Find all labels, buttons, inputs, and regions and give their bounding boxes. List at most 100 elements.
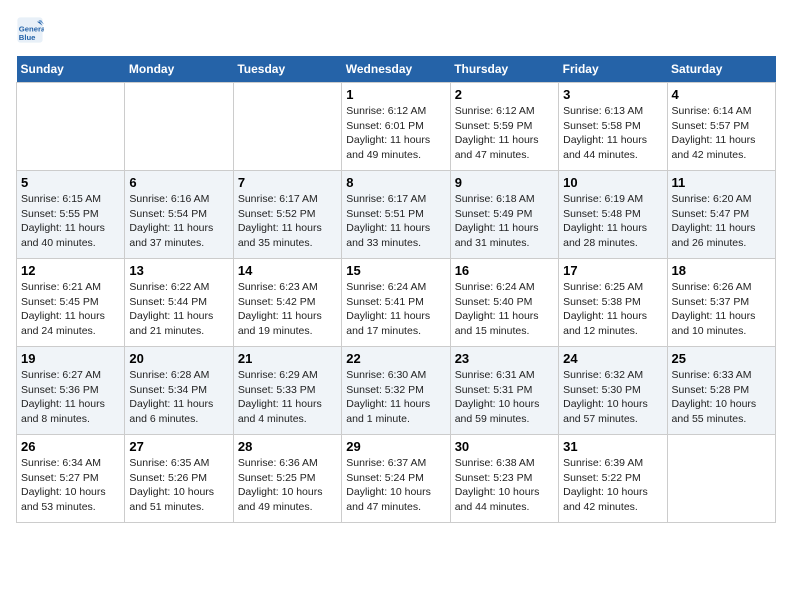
day-info: Sunrise: 6:34 AM Sunset: 5:27 PM Dayligh… bbox=[21, 456, 120, 515]
day-info: Sunrise: 6:16 AM Sunset: 5:54 PM Dayligh… bbox=[129, 192, 228, 251]
day-info: Sunrise: 6:12 AM Sunset: 5:59 PM Dayligh… bbox=[455, 104, 554, 163]
day-number: 16 bbox=[455, 263, 554, 278]
day-number: 12 bbox=[21, 263, 120, 278]
day-number: 3 bbox=[563, 87, 662, 102]
calendar-cell: 11Sunrise: 6:20 AM Sunset: 5:47 PM Dayli… bbox=[667, 171, 775, 259]
day-number: 27 bbox=[129, 439, 228, 454]
calendar-cell: 29 Sunrise: 6:37 AM Sunset: 5:24 PM Dayli… bbox=[342, 435, 450, 523]
calendar-week-row: 19 Sunrise: 6:27 AM Sunset: 5:36 PM Dayli… bbox=[17, 347, 776, 435]
day-info: Sunrise: 6:18 AM Sunset: 5:49 PM Dayligh… bbox=[455, 192, 554, 251]
calendar-cell: 1 Sunrise: 6:12 AM Sunset: 6:01 PM Daylig… bbox=[342, 83, 450, 171]
day-number: 19 bbox=[21, 351, 120, 366]
day-number: 30 bbox=[455, 439, 554, 454]
calendar-cell: 27 Sunrise: 6:35 AM Sunset: 5:26 PM Dayli… bbox=[125, 435, 233, 523]
calendar-cell: 19 Sunrise: 6:27 AM Sunset: 5:36 PM Dayli… bbox=[17, 347, 125, 435]
calendar-cell: 16Sunrise: 6:24 AM Sunset: 5:40 PM Dayli… bbox=[450, 259, 558, 347]
day-number: 28 bbox=[238, 439, 337, 454]
calendar-cell: 25 Sunrise: 6:33 AM Sunset: 5:28 PM Dayli… bbox=[667, 347, 775, 435]
calendar-cell: 8 Sunrise: 6:17 AM Sunset: 5:51 PM Daylig… bbox=[342, 171, 450, 259]
day-info: Sunrise: 6:14 AM Sunset: 5:57 PM Dayligh… bbox=[672, 104, 771, 163]
calendar-cell: 23 Sunrise: 6:31 AM Sunset: 5:31 PM Dayli… bbox=[450, 347, 558, 435]
weekday-header: Monday bbox=[125, 56, 233, 83]
day-number: 6 bbox=[129, 175, 228, 190]
day-info: Sunrise: 6:26 AM Sunset: 5:37 PM Dayligh… bbox=[672, 280, 771, 339]
day-number: 31 bbox=[563, 439, 662, 454]
calendar-week-row: 5Sunrise: 6:15 AM Sunset: 5:55 PM Daylig… bbox=[17, 171, 776, 259]
day-number: 10 bbox=[563, 175, 662, 190]
day-number: 7 bbox=[238, 175, 337, 190]
calendar-cell: 20 Sunrise: 6:28 AM Sunset: 5:34 PM Dayli… bbox=[125, 347, 233, 435]
day-info: Sunrise: 6:19 AM Sunset: 5:48 PM Dayligh… bbox=[563, 192, 662, 251]
calendar-cell: 14 Sunrise: 6:23 AM Sunset: 5:42 PM Dayli… bbox=[233, 259, 341, 347]
day-info: Sunrise: 6:32 AM Sunset: 5:30 PM Dayligh… bbox=[563, 368, 662, 427]
calendar-cell: 3 Sunrise: 6:13 AM Sunset: 5:58 PM Daylig… bbox=[559, 83, 667, 171]
calendar-week-row: 12 Sunrise: 6:21 AM Sunset: 5:45 PM Dayli… bbox=[17, 259, 776, 347]
calendar-cell bbox=[125, 83, 233, 171]
day-number: 18 bbox=[672, 263, 771, 278]
day-number: 25 bbox=[672, 351, 771, 366]
day-info: Sunrise: 6:31 AM Sunset: 5:31 PM Dayligh… bbox=[455, 368, 554, 427]
day-info: Sunrise: 6:39 AM Sunset: 5:22 PM Dayligh… bbox=[563, 456, 662, 515]
calendar-cell: 10 Sunrise: 6:19 AM Sunset: 5:48 PM Dayli… bbox=[559, 171, 667, 259]
day-info: Sunrise: 6:28 AM Sunset: 5:34 PM Dayligh… bbox=[129, 368, 228, 427]
calendar-week-row: 26 Sunrise: 6:34 AM Sunset: 5:27 PM Dayli… bbox=[17, 435, 776, 523]
weekday-header: Wednesday bbox=[342, 56, 450, 83]
day-info: Sunrise: 6:17 AM Sunset: 5:51 PM Dayligh… bbox=[346, 192, 445, 251]
calendar-cell: 31 Sunrise: 6:39 AM Sunset: 5:22 PM Dayli… bbox=[559, 435, 667, 523]
day-info: Sunrise: 6:24 AM Sunset: 5:41 PM Dayligh… bbox=[346, 280, 445, 339]
weekday-header: Thursday bbox=[450, 56, 558, 83]
weekday-header: Sunday bbox=[17, 56, 125, 83]
day-number: 20 bbox=[129, 351, 228, 366]
day-number: 14 bbox=[238, 263, 337, 278]
calendar-cell bbox=[17, 83, 125, 171]
logo: General Blue bbox=[16, 16, 48, 44]
calendar-cell: 13Sunrise: 6:22 AM Sunset: 5:44 PM Dayli… bbox=[125, 259, 233, 347]
day-info: Sunrise: 6:33 AM Sunset: 5:28 PM Dayligh… bbox=[672, 368, 771, 427]
page-header: General Blue bbox=[16, 16, 776, 44]
day-number: 26 bbox=[21, 439, 120, 454]
weekday-header-row: SundayMondayTuesdayWednesdayThursdayFrid… bbox=[17, 56, 776, 83]
day-info: Sunrise: 6:21 AM Sunset: 5:45 PM Dayligh… bbox=[21, 280, 120, 339]
calendar-cell: 28 Sunrise: 6:36 AM Sunset: 5:25 PM Dayli… bbox=[233, 435, 341, 523]
day-info: Sunrise: 6:27 AM Sunset: 5:36 PM Dayligh… bbox=[21, 368, 120, 427]
day-number: 8 bbox=[346, 175, 445, 190]
calendar-cell: 12 Sunrise: 6:21 AM Sunset: 5:45 PM Dayli… bbox=[17, 259, 125, 347]
day-number: 22 bbox=[346, 351, 445, 366]
calendar-cell: 2Sunrise: 6:12 AM Sunset: 5:59 PM Daylig… bbox=[450, 83, 558, 171]
calendar-cell: 21 Sunrise: 6:29 AM Sunset: 5:33 PM Dayli… bbox=[233, 347, 341, 435]
calendar-cell: 15 Sunrise: 6:24 AM Sunset: 5:41 PM Dayli… bbox=[342, 259, 450, 347]
weekday-header: Tuesday bbox=[233, 56, 341, 83]
calendar-cell: 30 Sunrise: 6:38 AM Sunset: 5:23 PM Dayli… bbox=[450, 435, 558, 523]
day-info: Sunrise: 6:37 AM Sunset: 5:24 PM Dayligh… bbox=[346, 456, 445, 515]
day-info: Sunrise: 6:20 AM Sunset: 5:47 PM Dayligh… bbox=[672, 192, 771, 251]
logo-icon: General Blue bbox=[16, 16, 44, 44]
day-number: 13 bbox=[129, 263, 228, 278]
day-info: Sunrise: 6:13 AM Sunset: 5:58 PM Dayligh… bbox=[563, 104, 662, 163]
weekday-header: Saturday bbox=[667, 56, 775, 83]
calendar-cell: 4 Sunrise: 6:14 AM Sunset: 5:57 PM Daylig… bbox=[667, 83, 775, 171]
day-number: 29 bbox=[346, 439, 445, 454]
calendar-cell: 22Sunrise: 6:30 AM Sunset: 5:32 PM Dayli… bbox=[342, 347, 450, 435]
day-number: 1 bbox=[346, 87, 445, 102]
day-info: Sunrise: 6:35 AM Sunset: 5:26 PM Dayligh… bbox=[129, 456, 228, 515]
calendar-cell: 24 Sunrise: 6:32 AM Sunset: 5:30 PM Dayli… bbox=[559, 347, 667, 435]
day-number: 4 bbox=[672, 87, 771, 102]
day-info: Sunrise: 6:23 AM Sunset: 5:42 PM Dayligh… bbox=[238, 280, 337, 339]
day-info: Sunrise: 6:36 AM Sunset: 5:25 PM Dayligh… bbox=[238, 456, 337, 515]
day-info: Sunrise: 6:12 AM Sunset: 6:01 PM Dayligh… bbox=[346, 104, 445, 163]
day-number: 15 bbox=[346, 263, 445, 278]
calendar-cell: 6 Sunrise: 6:16 AM Sunset: 5:54 PM Daylig… bbox=[125, 171, 233, 259]
weekday-header: Friday bbox=[559, 56, 667, 83]
calendar-cell: 18 Sunrise: 6:26 AM Sunset: 5:37 PM Dayli… bbox=[667, 259, 775, 347]
day-number: 23 bbox=[455, 351, 554, 366]
calendar-cell: 17Sunrise: 6:25 AM Sunset: 5:38 PM Dayli… bbox=[559, 259, 667, 347]
day-info: Sunrise: 6:15 AM Sunset: 5:55 PM Dayligh… bbox=[21, 192, 120, 251]
calendar-cell: 5Sunrise: 6:15 AM Sunset: 5:55 PM Daylig… bbox=[17, 171, 125, 259]
day-info: Sunrise: 6:29 AM Sunset: 5:33 PM Dayligh… bbox=[238, 368, 337, 427]
day-info: Sunrise: 6:25 AM Sunset: 5:38 PM Dayligh… bbox=[563, 280, 662, 339]
day-info: Sunrise: 6:38 AM Sunset: 5:23 PM Dayligh… bbox=[455, 456, 554, 515]
day-number: 24 bbox=[563, 351, 662, 366]
calendar-cell: 9Sunrise: 6:18 AM Sunset: 5:49 PM Daylig… bbox=[450, 171, 558, 259]
calendar-cell: 7Sunrise: 6:17 AM Sunset: 5:52 PM Daylig… bbox=[233, 171, 341, 259]
day-number: 21 bbox=[238, 351, 337, 366]
